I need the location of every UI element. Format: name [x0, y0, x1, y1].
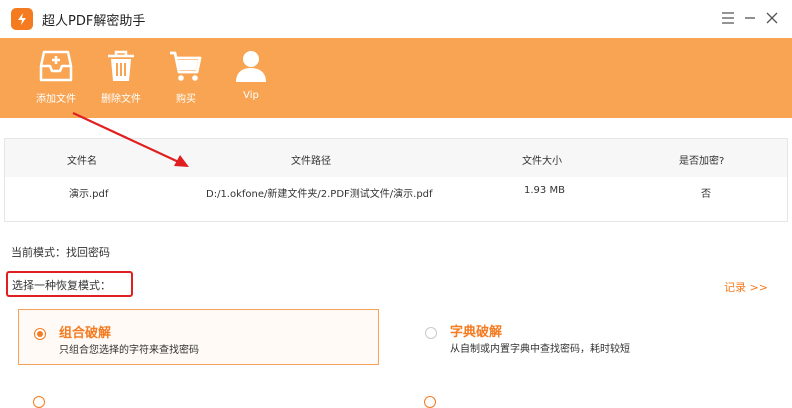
radio-combination-crack[interactable]: [34, 328, 46, 340]
option-title: 组合破解: [59, 326, 112, 341]
option-combination-crack[interactable]: 组合破解 只组合您选择的字符来查找密码: [18, 309, 379, 365]
record-link[interactable]: 记录 >>: [724, 279, 768, 295]
option-description: 只组合您选择的字符来查找密码: [59, 345, 199, 356]
option-description: 从自制或内置字典中查找密码，耗时较短: [450, 344, 630, 355]
option-dictionary-crack[interactable]: 字典破解 从自制或内置字典中查找密码，耗时较短: [410, 309, 771, 365]
option-title: 字典破解: [450, 325, 503, 340]
current-mode-text: 当前模式：找回密码: [11, 246, 110, 259]
radio-partial-option[interactable]: [33, 396, 45, 408]
radio-partial-option[interactable]: [424, 396, 436, 408]
radio-dictionary-crack[interactable]: [425, 327, 437, 339]
choose-mode-label: 选择一种恢复模式：: [12, 279, 111, 292]
